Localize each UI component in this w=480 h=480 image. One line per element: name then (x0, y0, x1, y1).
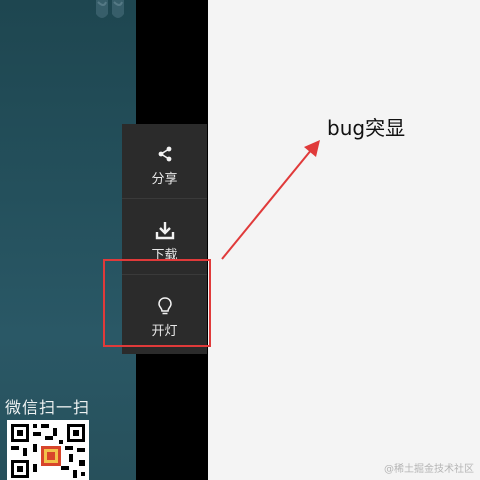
bug-annotation-label: bug突显 (327, 116, 406, 140)
watermark: @稀土掘金技术社区 (384, 464, 474, 475)
annotation-arrow (221, 140, 320, 260)
